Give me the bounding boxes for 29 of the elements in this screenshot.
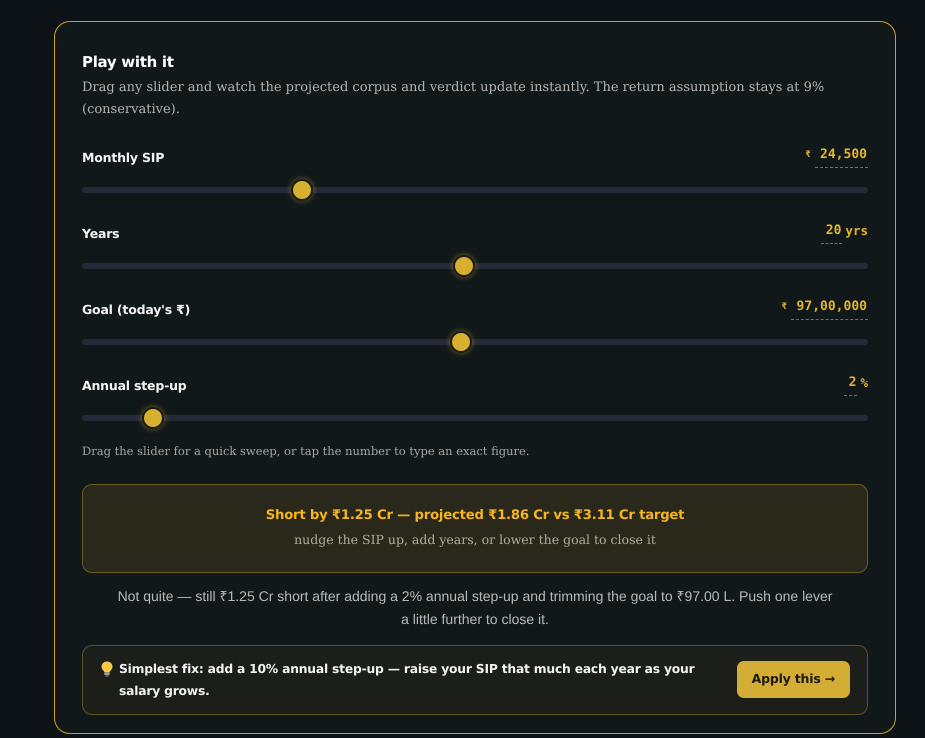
slider-thumb[interactable] (142, 407, 164, 429)
unit-label: % (860, 374, 868, 392)
apply-button[interactable]: Apply this → (736, 661, 850, 698)
section-description: Drag any slider and watch the projected corpus and verdict update instantly. The return assumption stays at 9% (conservative). (82, 79, 826, 119)
slider-label: Years (82, 225, 120, 244)
slider-thumb[interactable] (291, 179, 314, 201)
slider-track[interactable] (82, 255, 868, 277)
value-input[interactable]: 2 (844, 372, 858, 396)
lightbulb-icon (101, 660, 113, 677)
slider-track[interactable] (82, 331, 868, 353)
suggestion-text: Simplest fix: add a 10% annual step-up — raise your SIP that much each year as your salary grows. (119, 660, 696, 700)
slider-label: Annual step-up (82, 377, 187, 396)
slider-track[interactable] (82, 407, 868, 429)
unit-label: yrs (845, 222, 868, 240)
section-title: Play with it (82, 53, 175, 71)
slider-label: Monthly SIP (82, 149, 164, 168)
currency-symbol: ₹ (805, 148, 811, 162)
verdict-subtitle: nudge the SIP up, add years, or lower the goal to close it (293, 531, 657, 550)
value-input[interactable]: 24,500 (814, 144, 868, 168)
slider-label: Goal (today's ₹) (82, 301, 190, 320)
hint-text: Drag the slider for a quick sweep, or tap the number to type an exact figure. (82, 443, 530, 460)
summary-text: Not quite — still ₹1.25 Cr short after adding a 2% annual step-up and trimming the goal to ₹97.00 L. Push one lever a little further to close it. (116, 586, 834, 629)
slider-track[interactable] (82, 179, 868, 201)
currency-symbol: ₹ (781, 300, 787, 314)
slider-thumb[interactable] (450, 331, 472, 353)
slider-thumb[interactable] (452, 255, 475, 277)
value-input[interactable]: 97,00,000 (790, 296, 868, 320)
value-input[interactable]: 20 (820, 220, 842, 244)
verdict-title: Short by ₹1.25 Cr — projected ₹1.86 Cr vs ₹3.11 Cr target (264, 507, 686, 526)
